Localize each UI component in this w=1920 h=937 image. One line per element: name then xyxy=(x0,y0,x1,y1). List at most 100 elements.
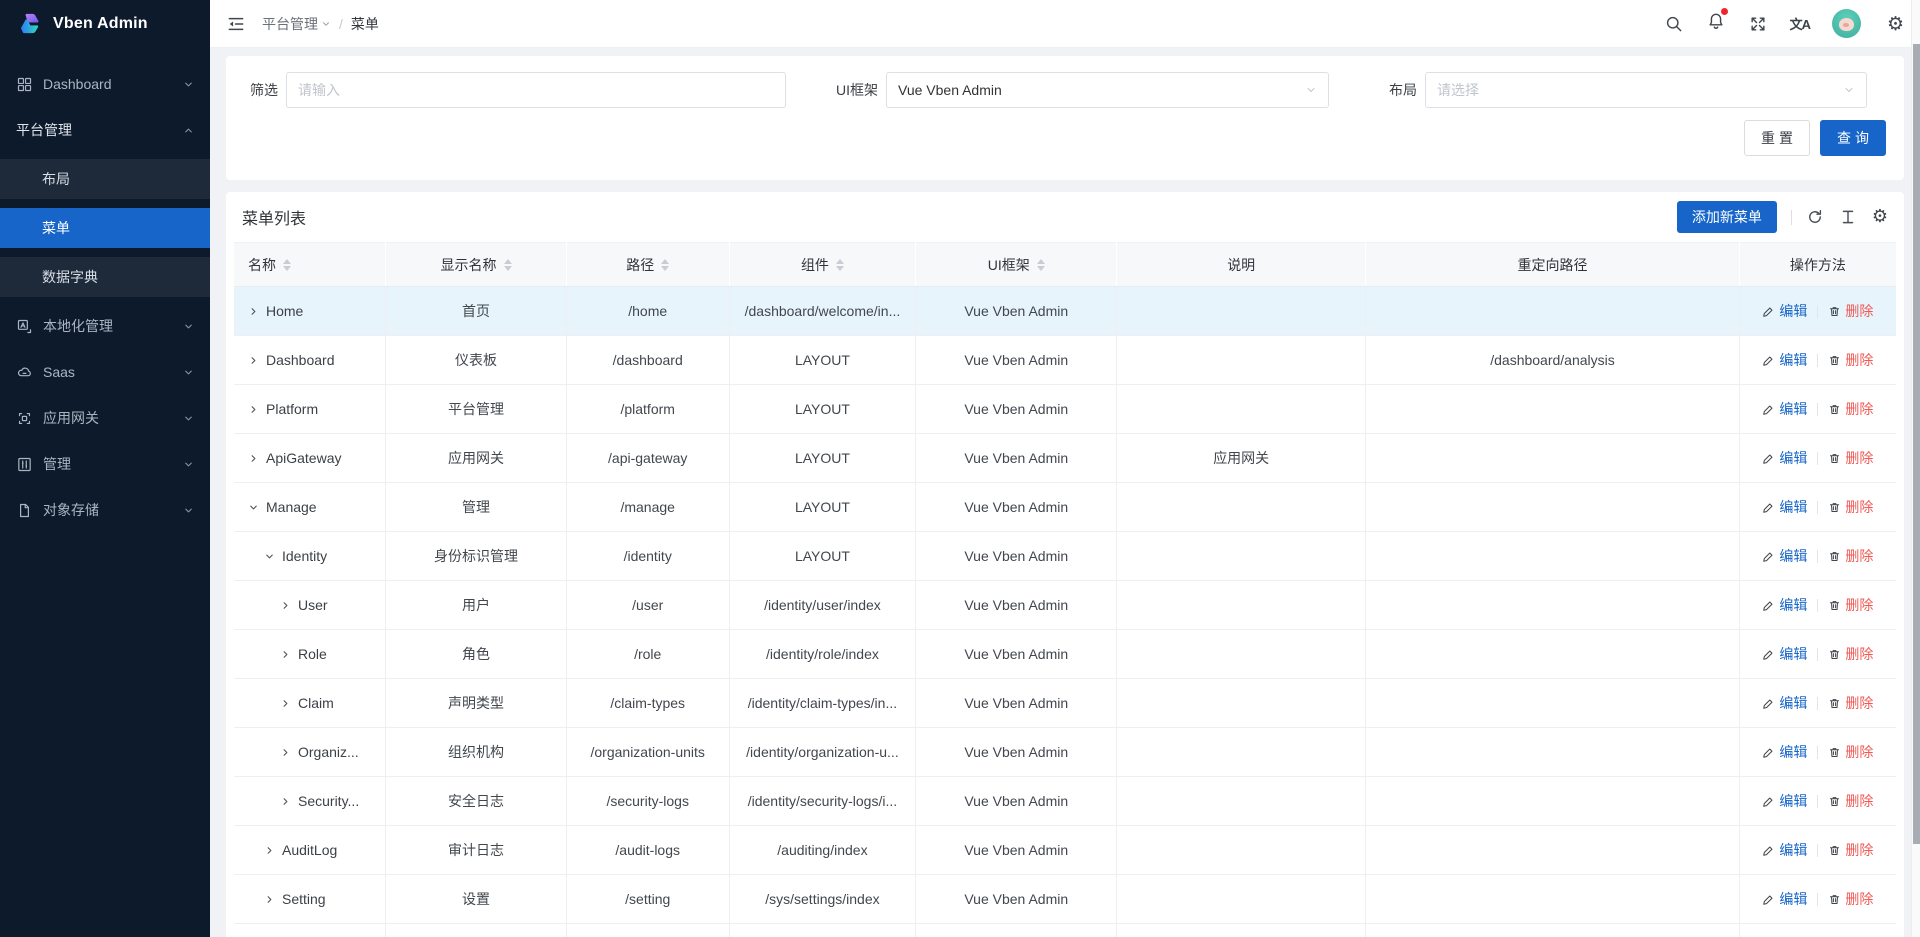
delete-button[interactable]: 删除 xyxy=(1828,350,1873,370)
table-row[interactable]: Security...安全日志/security-logs/identity/s… xyxy=(234,777,1896,826)
edit-button[interactable]: 编辑 xyxy=(1762,791,1807,811)
fullscreen-icon[interactable] xyxy=(1748,14,1768,34)
notification-button[interactable] xyxy=(1706,11,1726,36)
filter-input[interactable] xyxy=(286,72,786,108)
sidebar-subitem-layout[interactable]: 布局 xyxy=(0,159,210,199)
delete-button[interactable]: 删除 xyxy=(1828,791,1873,811)
edit-button[interactable]: 编辑 xyxy=(1762,546,1807,566)
search-icon[interactable] xyxy=(1664,14,1684,34)
breadcrumb-current[interactable]: 菜单 xyxy=(351,14,379,34)
tree-expand-icon[interactable] xyxy=(248,404,259,415)
sidebar-item-saas[interactable]: Saas xyxy=(0,352,210,392)
column-settings-gear-icon[interactable]: ⚙ xyxy=(1872,207,1888,227)
refresh-icon[interactable] xyxy=(1806,208,1824,226)
sidebar-item-manage[interactable]: 管理 xyxy=(0,444,210,484)
edit-button[interactable]: 编辑 xyxy=(1762,889,1807,909)
table-row[interactable]: Setting设置/setting/sys/settings/indexVue … xyxy=(234,875,1896,924)
tree-collapse-icon[interactable] xyxy=(264,551,275,562)
edit-button[interactable]: 编辑 xyxy=(1762,399,1807,419)
breadcrumb-root[interactable]: 平台管理 xyxy=(262,14,331,34)
table-row[interactable]: User用户/user/identity/user/indexVue Vben … xyxy=(234,581,1896,630)
delete-button[interactable]: 删除 xyxy=(1828,595,1873,615)
edit-button[interactable]: 编辑 xyxy=(1762,840,1807,860)
edit-button[interactable]: 编辑 xyxy=(1762,301,1807,321)
table-row[interactable]: Dashboard仪表板/dashboardLAYOUTVue Vben Adm… xyxy=(234,336,1896,385)
sidebar-subitem-dict[interactable]: 数据字典 xyxy=(0,257,210,297)
ui-framework-select[interactable]: Vue Vben Admin xyxy=(886,72,1329,108)
tree-expand-icon[interactable] xyxy=(280,796,291,807)
delete-button[interactable]: 删除 xyxy=(1828,644,1873,664)
column-header-ui框架[interactable]: UI框架 xyxy=(916,243,1117,287)
edit-button[interactable]: 编辑 xyxy=(1762,693,1807,713)
tree-expand-icon[interactable] xyxy=(248,306,259,317)
delete-button[interactable]: 删除 xyxy=(1828,693,1873,713)
language-icon[interactable]: 文A xyxy=(1790,14,1810,33)
table-row[interactable] xyxy=(234,924,1896,937)
scrollbar-thumb[interactable] xyxy=(1913,44,1920,844)
edit-button[interactable]: 编辑 xyxy=(1762,644,1807,664)
cell-description xyxy=(1117,679,1366,728)
cell-ui-framework: Vue Vben Admin xyxy=(916,728,1117,777)
add-menu-button[interactable]: 添加新菜单 xyxy=(1677,201,1777,233)
delete-button[interactable]: 删除 xyxy=(1828,497,1873,517)
sidebar-item-storage[interactable]: 对象存储 xyxy=(0,490,210,530)
settings-gear-icon[interactable]: ⚙ xyxy=(1887,14,1904,34)
menu-name: Role xyxy=(298,646,327,662)
tree-expand-icon[interactable] xyxy=(280,698,291,709)
delete-button[interactable]: 删除 xyxy=(1828,546,1873,566)
tree-expand-icon[interactable] xyxy=(248,453,259,464)
column-header-显示名称[interactable]: 显示名称 xyxy=(386,243,567,287)
avatar[interactable] xyxy=(1832,9,1861,38)
delete-button[interactable]: 删除 xyxy=(1828,399,1873,419)
table-row[interactable]: Manage管理/manageLAYOUTVue Vben Admin编辑删除 xyxy=(234,483,1896,532)
tree-expand-icon[interactable] xyxy=(264,845,275,856)
sidebar-item-localization[interactable]: 本地化管理 xyxy=(0,306,210,346)
cell-value: 首页 xyxy=(462,303,490,319)
sidebar-item-platform[interactable]: 平台管理 xyxy=(0,110,210,150)
collapse-sidebar-icon[interactable] xyxy=(226,14,246,34)
sort-icon[interactable] xyxy=(1037,259,1045,271)
query-button[interactable]: 查询 xyxy=(1820,120,1886,156)
delete-button[interactable]: 删除 xyxy=(1828,889,1873,909)
edit-button[interactable]: 编辑 xyxy=(1762,448,1807,468)
tree-expand-icon[interactable] xyxy=(280,747,291,758)
tree-collapse-icon[interactable] xyxy=(248,502,259,513)
table-row[interactable]: Home首页/home/dashboard/welcome/in...Vue V… xyxy=(234,287,1896,336)
delete-button[interactable]: 删除 xyxy=(1828,448,1873,468)
table-row[interactable]: AuditLog审计日志/audit-logs/auditing/indexVu… xyxy=(234,826,1896,875)
sort-icon[interactable] xyxy=(504,259,512,271)
logo[interactable]: Vben Admin xyxy=(0,0,210,48)
layout-select[interactable]: 请选择 xyxy=(1425,72,1867,108)
table-row[interactable]: ApiGateway应用网关/api-gatewayLAYOUTVue Vben… xyxy=(234,434,1896,483)
tree-expand-icon[interactable] xyxy=(264,894,275,905)
edit-button[interactable]: 编辑 xyxy=(1762,350,1807,370)
sort-icon[interactable] xyxy=(661,259,669,271)
table-row[interactable]: Platform平台管理/platformLAYOUTVue Vben Admi… xyxy=(234,385,1896,434)
tree-expand-icon[interactable] xyxy=(280,649,291,660)
edit-button[interactable]: 编辑 xyxy=(1762,497,1807,517)
cell-value: /identity/security-logs/i... xyxy=(748,793,897,809)
delete-button[interactable]: 删除 xyxy=(1828,840,1873,860)
sidebar-item-gateway[interactable]: 应用网关 xyxy=(0,398,210,438)
delete-button[interactable]: 删除 xyxy=(1828,742,1873,762)
sidebar-subitem-menu[interactable]: 菜单 xyxy=(0,208,210,248)
column-header-组件[interactable]: 组件 xyxy=(729,243,916,287)
tree-expand-icon[interactable] xyxy=(280,600,291,611)
table-row[interactable]: Claim声明类型/claim-types/identity/claim-typ… xyxy=(234,679,1896,728)
delete-button-label: 删除 xyxy=(1845,791,1873,811)
reset-button[interactable]: 重置 xyxy=(1744,120,1810,156)
delete-button[interactable]: 删除 xyxy=(1828,301,1873,321)
sidebar-item-dashboard[interactable]: Dashboard xyxy=(0,64,210,104)
table-row[interactable]: Organiz...组织机构/organization-units/identi… xyxy=(234,728,1896,777)
sort-icon[interactable] xyxy=(836,259,844,271)
column-header-路径[interactable]: 路径 xyxy=(566,243,729,287)
table-row[interactable]: Identity身份标识管理/identityLAYOUTVue Vben Ad… xyxy=(234,532,1896,581)
sort-icon[interactable] xyxy=(283,259,291,271)
sidebar-subitem-label: 布局 xyxy=(42,169,70,189)
edit-button[interactable]: 编辑 xyxy=(1762,742,1807,762)
tree-expand-icon[interactable] xyxy=(248,355,259,366)
column-header-名称[interactable]: 名称 xyxy=(234,243,386,287)
table-row[interactable]: Role角色/role/identity/role/indexVue Vben … xyxy=(234,630,1896,679)
edit-button[interactable]: 编辑 xyxy=(1762,595,1807,615)
row-height-icon[interactable] xyxy=(1839,208,1857,226)
